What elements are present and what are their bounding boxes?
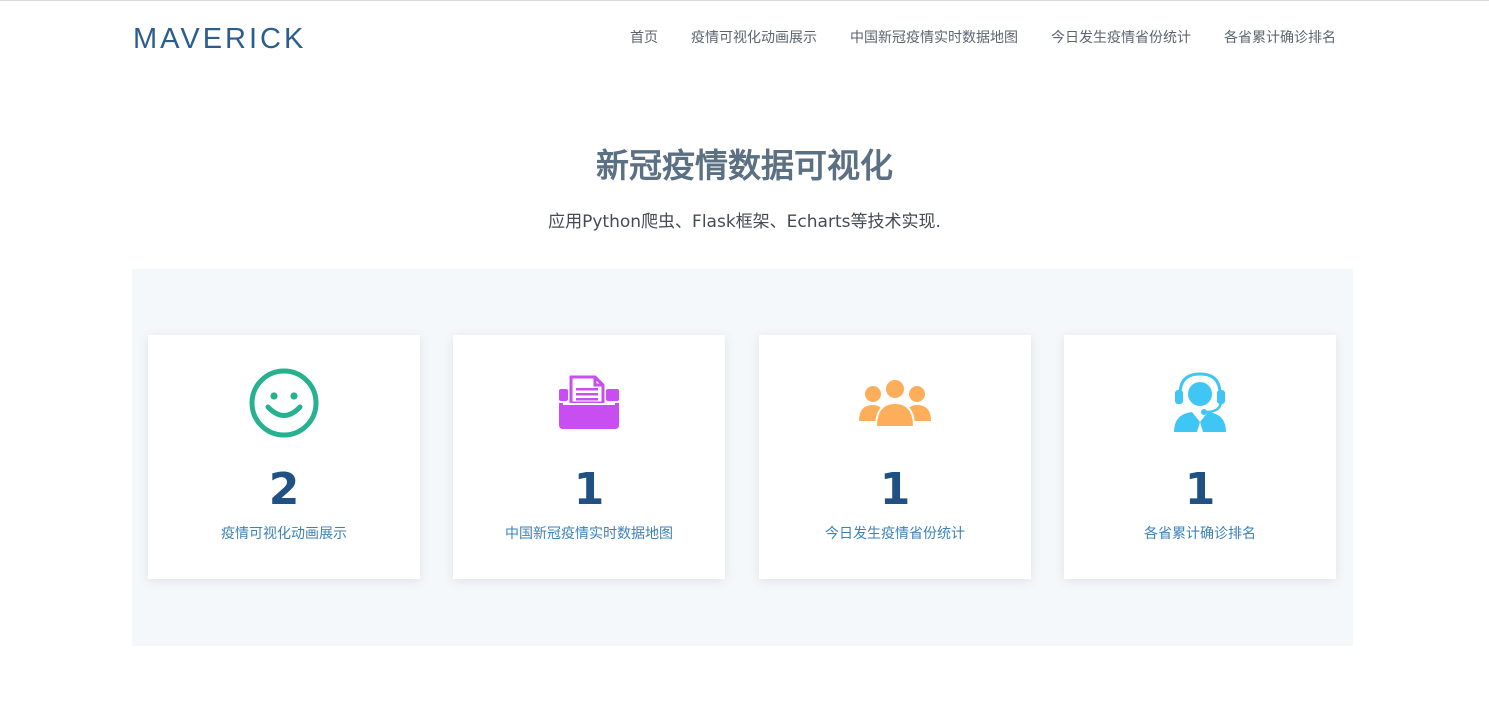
nav-item-animation[interactable]: 疫情可视化动画展示 (691, 26, 817, 50)
stat-count: 1 (573, 464, 605, 515)
user-group-icon (759, 363, 1031, 443)
stats-panel: 2 疫情可视化动画展示 1 中国新冠疫情实时数据地图 1 今日发生疫情省份统计 … (132, 269, 1353, 646)
headset-agent-icon (1064, 363, 1336, 443)
nav-item-ranking[interactable]: 各省累计确诊排名 (1224, 26, 1336, 50)
site-header: MAVERICK 首页 疫情可视化动画展示 中国新冠疫情实时数据地图 今日发生疫… (0, 1, 1489, 75)
smiley-icon (148, 363, 420, 443)
nav-item-home[interactable]: 首页 (630, 26, 658, 50)
stat-count: 2 (268, 464, 300, 515)
stat-card-map[interactable]: 1 中国新冠疫情实时数据地图 (453, 335, 725, 579)
page-subtitle: 应用Python爬虫、Flask框架、Echarts等技术实现. (548, 212, 941, 232)
stat-label: 今日发生疫情省份统计 (825, 526, 965, 542)
inbox-document-icon (453, 363, 725, 443)
stat-card-animation[interactable]: 2 疫情可视化动画展示 (148, 335, 420, 579)
page-title: 新冠疫情数据可视化 (596, 146, 893, 185)
stat-card-province-stats[interactable]: 1 今日发生疫情省份统计 (759, 335, 1031, 579)
stat-count: 1 (879, 464, 911, 515)
stat-label: 各省累计确诊排名 (1144, 526, 1256, 542)
main-nav: 首页 疫情可视化动画展示 中国新冠疫情实时数据地图 今日发生疫情省份统计 各省累… (630, 26, 1336, 50)
stat-card-ranking[interactable]: 1 各省累计确诊排名 (1064, 335, 1336, 579)
stat-label: 疫情可视化动画展示 (221, 526, 347, 542)
site-logo[interactable]: MAVERICK (133, 21, 306, 57)
nav-item-province-stats[interactable]: 今日发生疫情省份统计 (1051, 26, 1191, 50)
stat-count: 1 (1184, 464, 1216, 515)
nav-item-map[interactable]: 中国新冠疫情实时数据地图 (850, 26, 1018, 50)
stat-label: 中国新冠疫情实时数据地图 (505, 526, 673, 542)
